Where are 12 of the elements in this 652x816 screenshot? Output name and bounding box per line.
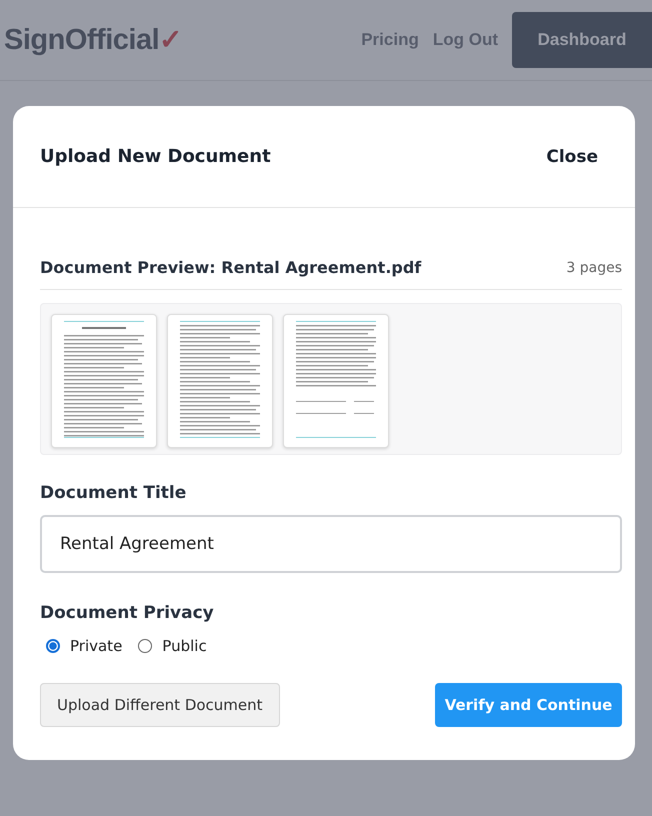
radio-button[interactable] — [46, 639, 60, 653]
field-label: Document Title — [40, 483, 188, 503]
upload-different-button[interactable]: Upload Different Document — [40, 683, 280, 727]
privacy-option[interactable]: Private — [46, 637, 122, 655]
close-button[interactable]: Close — [536, 138, 608, 174]
preview-title: Document Preview: Rental Agreement.pdf — [40, 258, 422, 277]
field-label: Document Privacy — [40, 603, 215, 623]
privacy-option[interactable]: Public — [138, 637, 207, 655]
radio-button[interactable] — [138, 639, 152, 653]
title-input[interactable]: Rental Agreement — [40, 515, 622, 573]
page-count: 3 pages — [566, 260, 622, 276]
modal-title: Upload New Document — [40, 146, 271, 167]
